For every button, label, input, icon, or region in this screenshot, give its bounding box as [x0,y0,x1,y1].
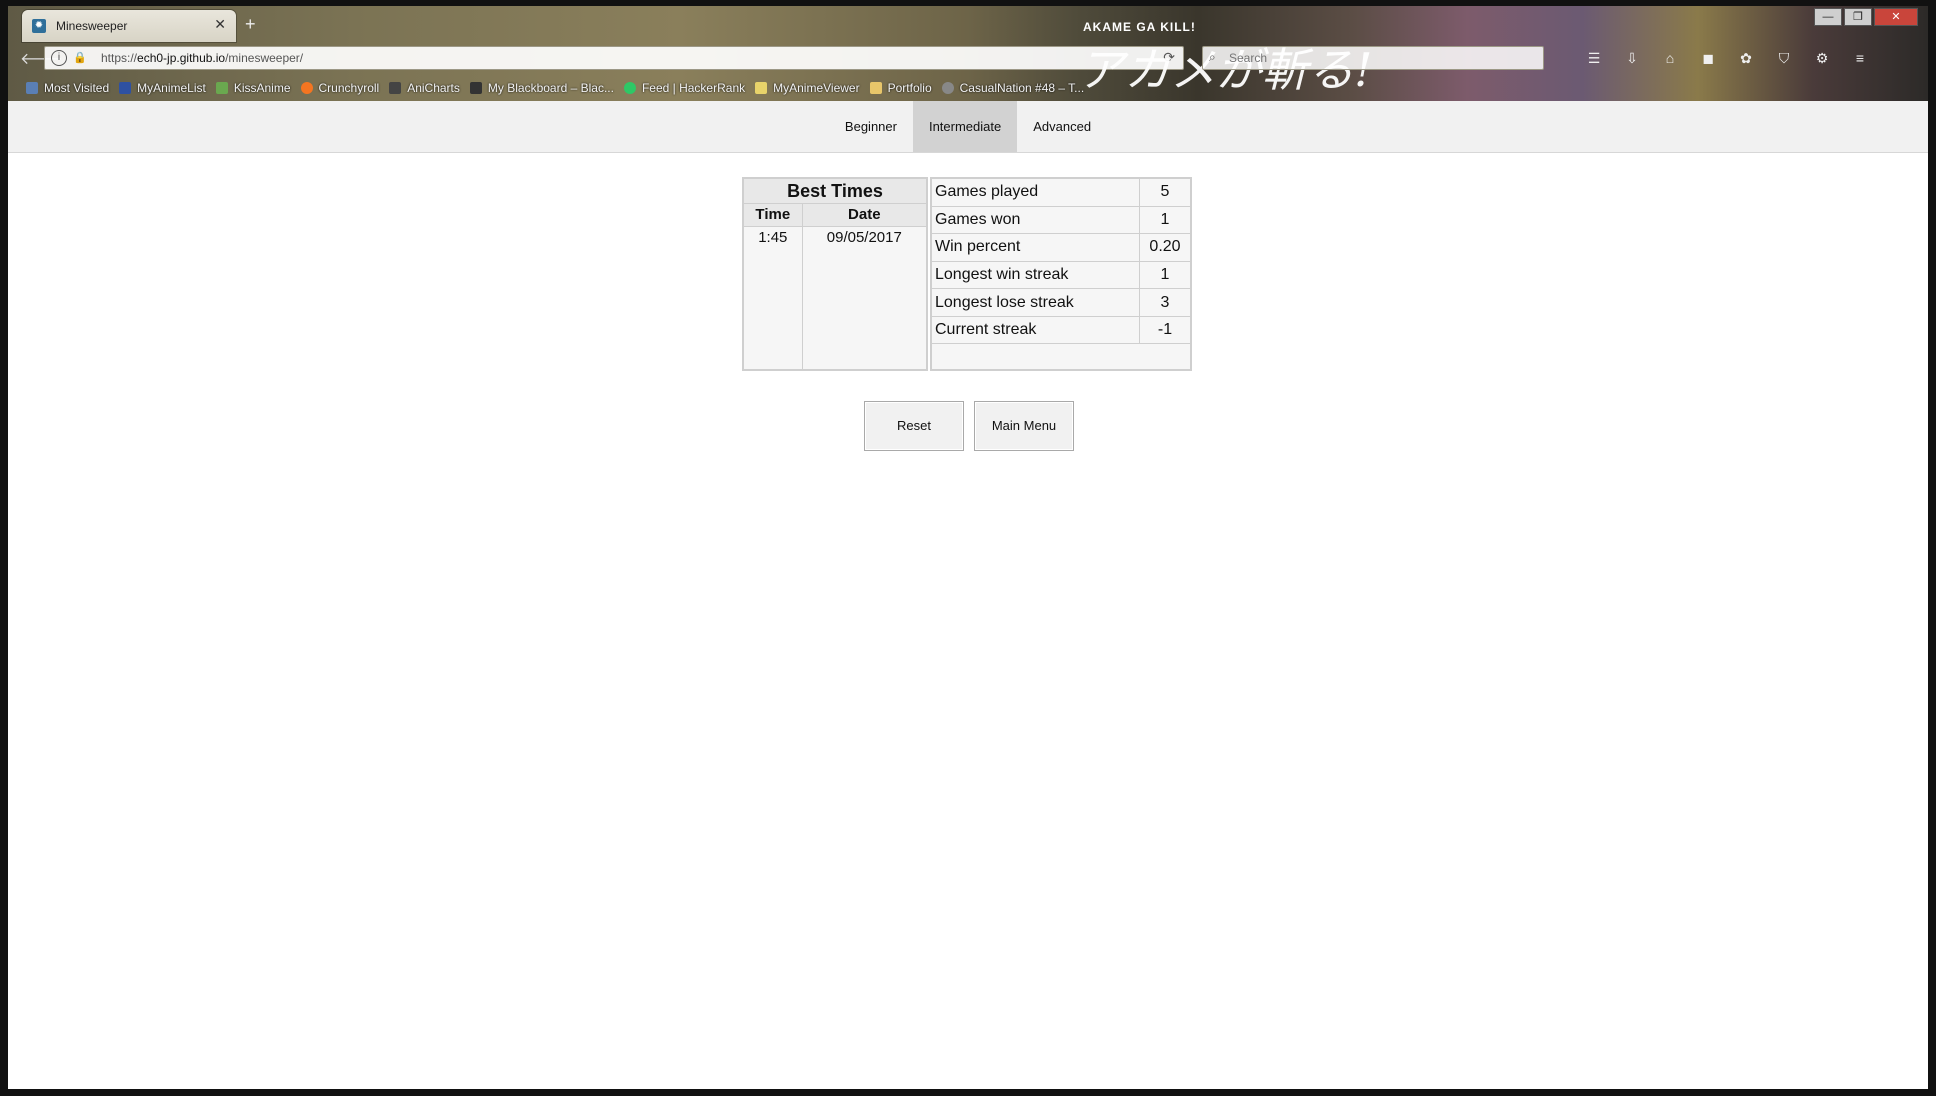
page: Beginner Intermediate Advanced Best Time… [8,101,1928,1089]
bookmark-item[interactable]: Crunchyroll [300,81,379,95]
bookmark-icon [869,82,882,94]
bookmark-item[interactable]: MyAnimeViewer [755,81,860,95]
bookmarks-bar: Most Visited MyAnimeList KissAnime Crunc… [16,76,1084,100]
bookmark-icon [26,82,38,94]
best-time-date: 09/05/2017 [801,226,928,371]
bookmark-item[interactable]: Portfolio [869,81,932,95]
sync-icon[interactable]: ⚙ [1814,50,1830,66]
column-header-time: Time [742,203,803,227]
bookmark-item[interactable]: KissAnime [215,81,291,95]
stat-label: Longest lose streak [930,288,1140,317]
url-bar[interactable]: i 🔒 https://ech0-jp.github.io/minesweepe… [44,46,1184,70]
stat-value: 1 [1139,260,1192,290]
bookmark-icon [215,82,228,94]
stat-value: 0.20 [1139,233,1192,262]
lock-icon: 🔒 [73,52,87,64]
tab-beginner[interactable]: Beginner [829,101,913,152]
stats-panel: Best Times Time Date 1:45 09/05/2017 Gam… [742,177,1192,371]
main-menu-button[interactable]: Main Menu [974,401,1074,451]
url-text[interactable]: https://ech0-jp.github.io/minesweeper/ [101,51,303,65]
stat-label: Win percent [930,233,1140,262]
stat-value: 3 [1139,288,1192,317]
window-controls: — ❐ ✕ [1814,8,1918,26]
pocket-icon[interactable]: ◼ [1700,50,1716,66]
best-time-value: 1:45 [742,226,803,371]
browser-chrome: ✹ Minesweeper ✕ + — ❐ ✕ 🡐 i 🔒 https://ec… [8,6,1928,101]
best-times-table: Best Times Time Date 1:45 09/05/2017 [742,177,928,371]
bookmark-item[interactable]: Feed | HackerRank [623,81,745,95]
browser-tab[interactable]: ✹ Minesweeper ✕ [22,10,236,42]
table-row: Win percent 0.20 [930,233,1192,262]
info-icon[interactable]: i [51,50,67,66]
tab-intermediate[interactable]: Intermediate [912,101,1018,152]
table-row: Longest win streak 1 [930,260,1192,290]
table-row: Games played 5 [930,177,1192,207]
tab-advanced[interactable]: Advanced [1017,101,1107,152]
reading-list-icon[interactable]: ☰ [1586,50,1602,66]
toolbar-icons: ☰ ⇩ ⌂ ◼ ✿ ⛉ ⚙ ≡ [1586,50,1868,66]
table-row: 1:45 09/05/2017 [742,226,928,371]
stat-label: Current streak [930,315,1140,345]
table-row: Longest lose streak 3 [930,288,1192,317]
stat-label: Games won [930,205,1140,235]
bookmark-icon [941,82,954,94]
search-input[interactable] [1227,49,1531,67]
window-close-button[interactable]: ✕ [1874,8,1918,26]
search-icon: ⌕ [1209,50,1216,64]
bookmark-icon [623,82,636,94]
table-row [930,343,1192,371]
bookmark-item[interactable]: Most Visited [26,81,109,95]
theme-logo-title: AKAME GA KILL! [1083,20,1196,34]
menu-icon[interactable]: ≡ [1852,50,1868,66]
stat-label: Games played [930,177,1140,207]
bookmark-item[interactable]: AniCharts [389,81,460,95]
table-row: Current streak -1 [930,315,1192,345]
bookmark-item[interactable]: CasualNation #48 – T... [941,81,1084,95]
best-times-title: Best Times [742,177,928,204]
stat-value: 1 [1139,205,1192,235]
downloads-icon[interactable]: ⇩ [1624,50,1640,66]
stat-label: Longest win streak [930,260,1140,290]
bookmark-icon [300,82,313,94]
bookmark-icon [119,82,132,94]
new-tab-button[interactable]: + [245,14,256,35]
reset-button[interactable]: Reset [864,401,964,451]
home-icon[interactable]: ⌂ [1662,50,1678,66]
maximize-button[interactable]: ❐ [1844,8,1872,26]
bookmark-icon [755,82,768,94]
empty-row [930,343,1192,371]
minesweeper-favicon-icon: ✹ [32,19,46,33]
stat-value: 5 [1139,177,1192,207]
bookmark-icon [389,82,402,94]
search-bar[interactable]: ⌕ [1202,46,1544,70]
bookmark-item[interactable]: MyAnimeList [119,81,206,95]
stats-table: Games played 5 Games won 1 Win percent 0.20… [930,177,1192,371]
difficulty-nav: Beginner Intermediate Advanced [8,101,1928,153]
extension-icon[interactable]: ✿ [1738,50,1754,66]
tab-close-icon[interactable]: ✕ [214,16,226,33]
bookmark-icon [469,82,482,94]
bookmark-item[interactable]: My Blackboard – Blac... [469,81,614,95]
ublock-icon[interactable]: ⛉ [1776,50,1792,66]
column-header-date: Date [801,203,928,227]
tab-title: Minesweeper [56,19,128,33]
minimize-button[interactable]: — [1814,8,1842,26]
stat-value: -1 [1139,315,1192,345]
table-row: Games won 1 [930,205,1192,235]
